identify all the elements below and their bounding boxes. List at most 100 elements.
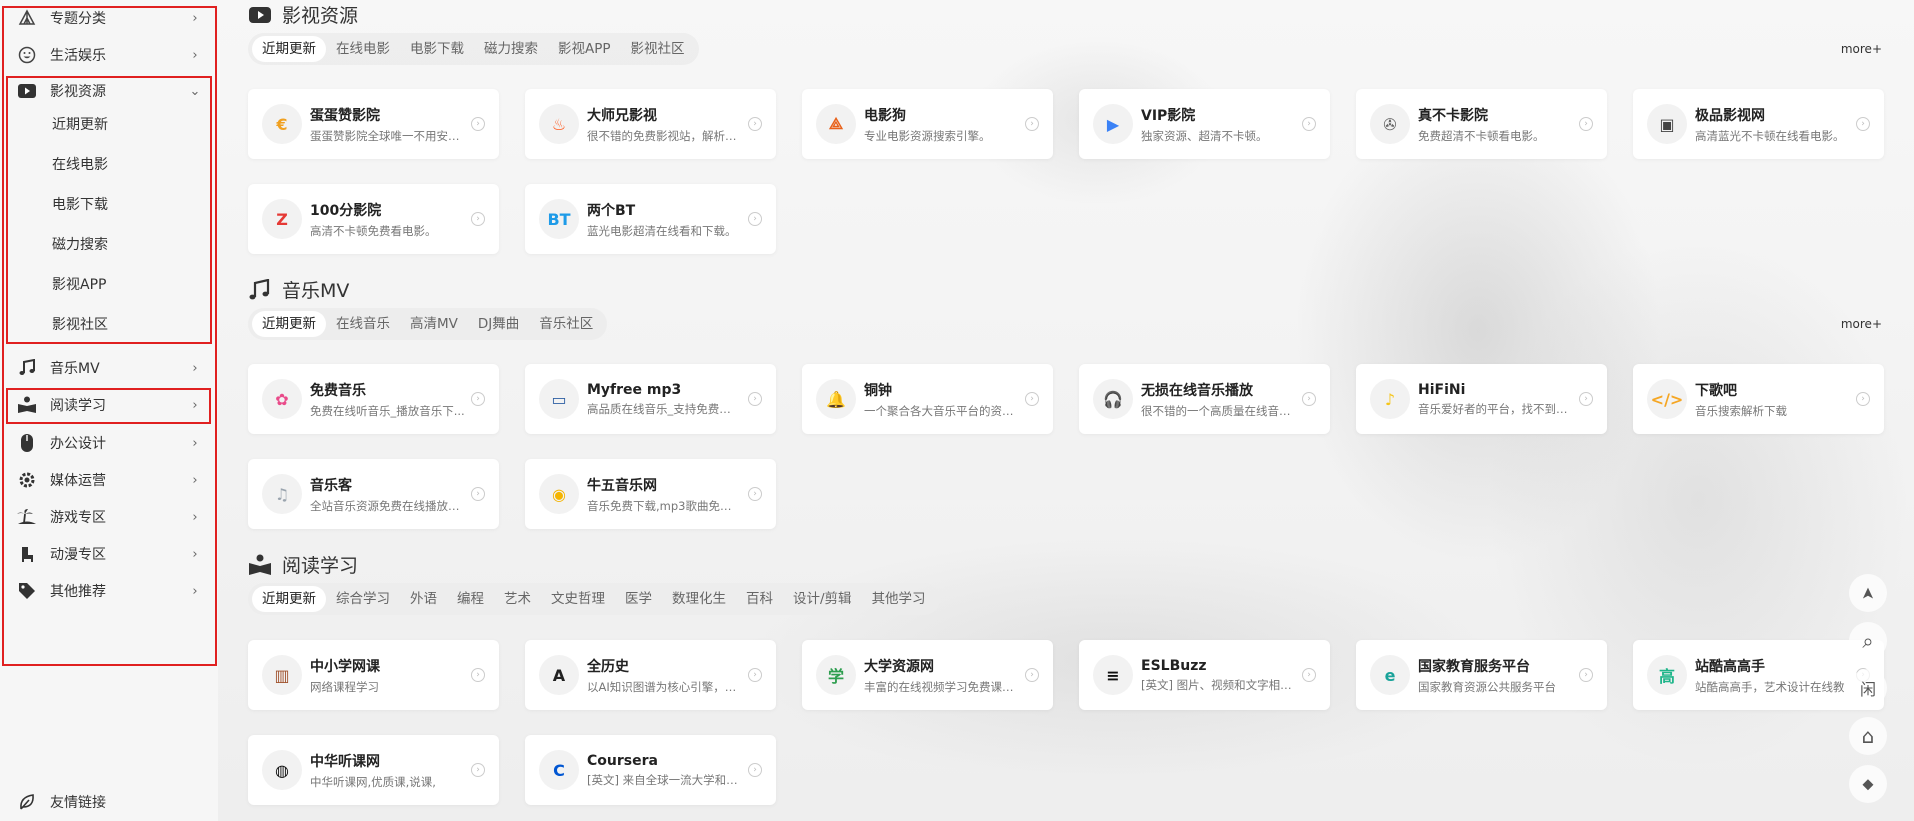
chevron-right-circle-icon[interactable]: › bbox=[748, 212, 762, 226]
site-description: 高清蓝光不卡顿在线看电影。 bbox=[1695, 128, 1845, 143]
sidebar-item-games[interactable]: 游戏专区 › bbox=[16, 502, 202, 532]
sidebar-item-office[interactable]: 办公设计 › bbox=[16, 428, 202, 458]
chevron-right-circle-icon[interactable]: › bbox=[748, 117, 762, 131]
sidebar-item-topics[interactable]: 专题分类 › bbox=[16, 3, 202, 33]
chevron-right-circle-icon[interactable]: › bbox=[471, 117, 485, 131]
chevron-right-circle-icon[interactable]: › bbox=[748, 668, 762, 682]
site-card[interactable]: 学大学资源网 丰富的在线视频学习免费课程... › bbox=[802, 640, 1053, 710]
chevron-right-circle-icon[interactable]: › bbox=[1856, 117, 1870, 131]
site-card[interactable]: ♫ 音乐客 全站音乐资源免费在线播放和... › bbox=[248, 459, 499, 529]
chevron-right-circle-icon[interactable]: › bbox=[1856, 392, 1870, 406]
tab-magnet-search[interactable]: 磁力搜索 bbox=[474, 36, 548, 62]
tab-foreign-language[interactable]: 外语 bbox=[400, 586, 447, 612]
chevron-right-circle-icon[interactable]: › bbox=[1302, 668, 1316, 682]
site-card[interactable]: Z 100分影院 高清不卡顿免费看电影。 › bbox=[248, 184, 499, 254]
more-link-video[interactable]: more+ bbox=[1841, 42, 1882, 56]
tab-recent[interactable]: 近期更新 bbox=[252, 586, 326, 612]
tab-recent[interactable]: 近期更新 bbox=[252, 36, 326, 62]
more-link-music[interactable]: more+ bbox=[1841, 317, 1882, 331]
sidebar-item-anime[interactable]: 动漫专区 › bbox=[16, 539, 202, 569]
tab-general[interactable]: 综合学习 bbox=[326, 586, 400, 612]
tab-design-editing[interactable]: 设计/剪辑 bbox=[783, 586, 862, 612]
site-card[interactable]: € 蛋蛋赞影院 蛋蛋赞影院全球唯一不用安装... › bbox=[248, 89, 499, 159]
tab-art[interactable]: 艺术 bbox=[494, 586, 541, 612]
site-card[interactable]: ◉ 牛五音乐网 音乐免费下载,mp3歌曲免费... › bbox=[525, 459, 776, 529]
tab-science[interactable]: 数理化生 bbox=[662, 586, 736, 612]
sidebar-item-others[interactable]: 其他推荐 › bbox=[16, 576, 202, 606]
tab-online-movie[interactable]: 在线电影 bbox=[326, 36, 400, 62]
tab-other-study[interactable]: 其他学习 bbox=[862, 586, 936, 612]
chevron-right-circle-icon[interactable]: › bbox=[471, 392, 485, 406]
site-card[interactable]: C Coursera [英文] 来自全球一流大学和公... › bbox=[525, 735, 776, 805]
site-card[interactable]: BT 两个BT 蓝光电影超清在线看和下载。 › bbox=[525, 184, 776, 254]
tab-medicine[interactable]: 医学 bbox=[615, 586, 662, 612]
chevron-right-circle-icon[interactable]: › bbox=[748, 392, 762, 406]
chevron-right-circle-icon[interactable]: › bbox=[1579, 117, 1593, 131]
sidebar-item-life[interactable]: 生活娱乐 › bbox=[16, 40, 202, 70]
site-card[interactable]: 🔔 铜钟 一个聚合各大音乐平台的资源... › bbox=[802, 364, 1053, 434]
site-card-text: 全历史 以AI知识图谱为核心引擎，通... bbox=[587, 656, 742, 695]
tab-video-community[interactable]: 影视社区 bbox=[621, 36, 695, 62]
sidebar-item-video[interactable]: 影视资源 ⌄ bbox=[16, 76, 202, 106]
chevron-right-circle-icon[interactable]: › bbox=[1579, 392, 1593, 406]
site-card[interactable]: ▣ 极品影视网 高清蓝光不卡顿在线看电影。 › bbox=[1633, 89, 1884, 159]
tab-music-community[interactable]: 音乐社区 bbox=[529, 311, 603, 337]
site-name: 大师兄影视 bbox=[587, 107, 657, 124]
site-card[interactable]: ♨ 大师兄影视 很不错的免费影视站，解析多... › bbox=[525, 89, 776, 159]
tab-hd-mv[interactable]: 高清MV bbox=[400, 311, 468, 337]
site-card[interactable]: e 国家教育服务平台 国家教育资源公共服务平台 › bbox=[1356, 640, 1607, 710]
tab-video-app[interactable]: 影视APP bbox=[548, 36, 621, 62]
site-logo-icon: 学 bbox=[816, 655, 856, 695]
tab-humanities[interactable]: 文史哲理 bbox=[541, 586, 615, 612]
site-logo-icon: ▣ bbox=[1647, 104, 1687, 144]
chevron-right-circle-icon[interactable]: › bbox=[1579, 668, 1593, 682]
idle-mode-button[interactable]: 闲 bbox=[1849, 669, 1887, 707]
chevron-right-circle-icon[interactable]: › bbox=[471, 763, 485, 777]
site-card[interactable]: ▭ Myfree mp3 高品质在线音乐_支持免费下载 › bbox=[525, 364, 776, 434]
back-to-top-button[interactable]: ➤ bbox=[1849, 574, 1887, 612]
chevron-right-circle-icon[interactable]: › bbox=[471, 212, 485, 226]
sidebar-item-reading[interactable]: 阅读学习 › bbox=[16, 390, 202, 420]
sidebar-subitem-recent[interactable]: 近期更新 bbox=[52, 110, 202, 138]
sidebar-subitem-magnet-search[interactable]: 磁力搜索 bbox=[52, 230, 202, 258]
site-card[interactable]: 高站酷高高手站酷高高手，艺术设计在线教› bbox=[1633, 640, 1884, 710]
chevron-right-circle-icon[interactable]: › bbox=[471, 487, 485, 501]
chevron-right-circle-icon[interactable]: › bbox=[1025, 668, 1039, 682]
chevron-right-circle-icon[interactable]: › bbox=[1025, 117, 1039, 131]
site-card[interactable]: ✿ 免费音乐 免费在线听音乐_播放音乐下... › bbox=[248, 364, 499, 434]
sidebar-subitem-video-app[interactable]: 影视APP bbox=[52, 270, 202, 298]
tab-programming[interactable]: 编程 bbox=[447, 586, 494, 612]
site-card[interactable]: A 全历史 以AI知识图谱为核心引擎，通... › bbox=[525, 640, 776, 710]
site-card[interactable]: ⟁ 电影狗 专业电影资源搜索引擎。 › bbox=[802, 89, 1053, 159]
site-card[interactable]: </> 下歌吧 音乐搜索解析下载 › bbox=[1633, 364, 1884, 434]
tags-button[interactable]: ⬥ bbox=[1849, 765, 1887, 803]
sidebar-item-media[interactable]: 媒体运营 › bbox=[16, 465, 202, 495]
site-card[interactable]: ✇ 真不卡影院 免费超清不卡顿看电影。 › bbox=[1356, 89, 1607, 159]
sidebar-item-music[interactable]: 音乐MV › bbox=[16, 353, 202, 383]
sidebar-subitem-video-community[interactable]: 影视社区 bbox=[52, 310, 202, 338]
site-card[interactable]: ▥ 中小学网课 网络课程学习 › bbox=[248, 640, 499, 710]
sidebar-subitem-online-movie[interactable]: 在线电影 bbox=[52, 150, 202, 178]
tab-online-music[interactable]: 在线音乐 bbox=[326, 311, 400, 337]
tab-movie-download[interactable]: 电影下载 bbox=[400, 36, 474, 62]
chevron-right-circle-icon[interactable]: › bbox=[748, 487, 762, 501]
site-description: 专业电影资源搜索引擎。 bbox=[864, 128, 991, 143]
site-logo-icon: ◍ bbox=[262, 750, 302, 790]
site-card[interactable]: ≡ ESLBuzz [英文] 图片、视频和文字相结... › bbox=[1079, 640, 1330, 710]
sidebar-subitem-movie-download[interactable]: 电影下载 bbox=[52, 190, 202, 218]
chevron-right-circle-icon[interactable]: › bbox=[748, 763, 762, 777]
site-card[interactable]: ♪ HiFiNi 音乐爱好者的平台，找不到音... › bbox=[1356, 364, 1607, 434]
chevron-right-circle-icon[interactable]: › bbox=[1025, 392, 1039, 406]
chevron-right-circle-icon[interactable]: › bbox=[471, 668, 485, 682]
tab-encyclopedia[interactable]: 百科 bbox=[736, 586, 783, 612]
search-button[interactable]: ⌕ bbox=[1849, 622, 1887, 660]
chevron-right-circle-icon[interactable]: › bbox=[1302, 117, 1316, 131]
chevron-right-circle-icon[interactable]: › bbox=[1302, 392, 1316, 406]
site-card[interactable]: 🎧 无损在线音乐播放 很不错的一个高质量在线音乐... › bbox=[1079, 364, 1330, 434]
tab-recent[interactable]: 近期更新 bbox=[252, 311, 326, 337]
sidebar-friend-links[interactable]: 友情链接 bbox=[16, 787, 202, 817]
tab-dj-dance[interactable]: DJ舞曲 bbox=[468, 311, 529, 337]
home-button[interactable]: ⌂ bbox=[1849, 717, 1887, 755]
site-card[interactable]: ▶ VIP影院 独家资源、超清不卡顿。 › bbox=[1079, 89, 1330, 159]
site-card[interactable]: ◍ 中华听课网 中华听课网,优质课,说课, › bbox=[248, 735, 499, 805]
